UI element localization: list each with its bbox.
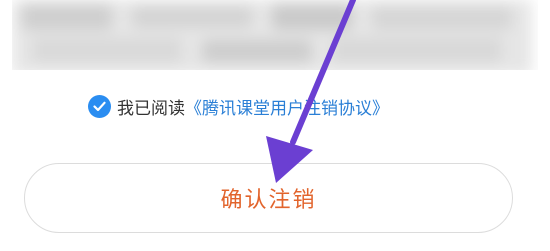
checkmark-icon[interactable] (88, 94, 111, 118)
confirm-cancellation-label: 确认注销 (220, 188, 317, 213)
confirm-cancellation-button[interactable]: 确认注销 (24, 163, 513, 233)
blurred-content-area (12, 0, 538, 70)
agreement-row: 我已阅读 《腾讯课堂用户注销协议》 (88, 93, 389, 119)
agreement-prefix: 我已阅读 (117, 98, 185, 119)
agreement-link[interactable]: 《腾讯课堂用户注销协议》 (185, 94, 389, 119)
checkmark-glyph (93, 101, 106, 111)
